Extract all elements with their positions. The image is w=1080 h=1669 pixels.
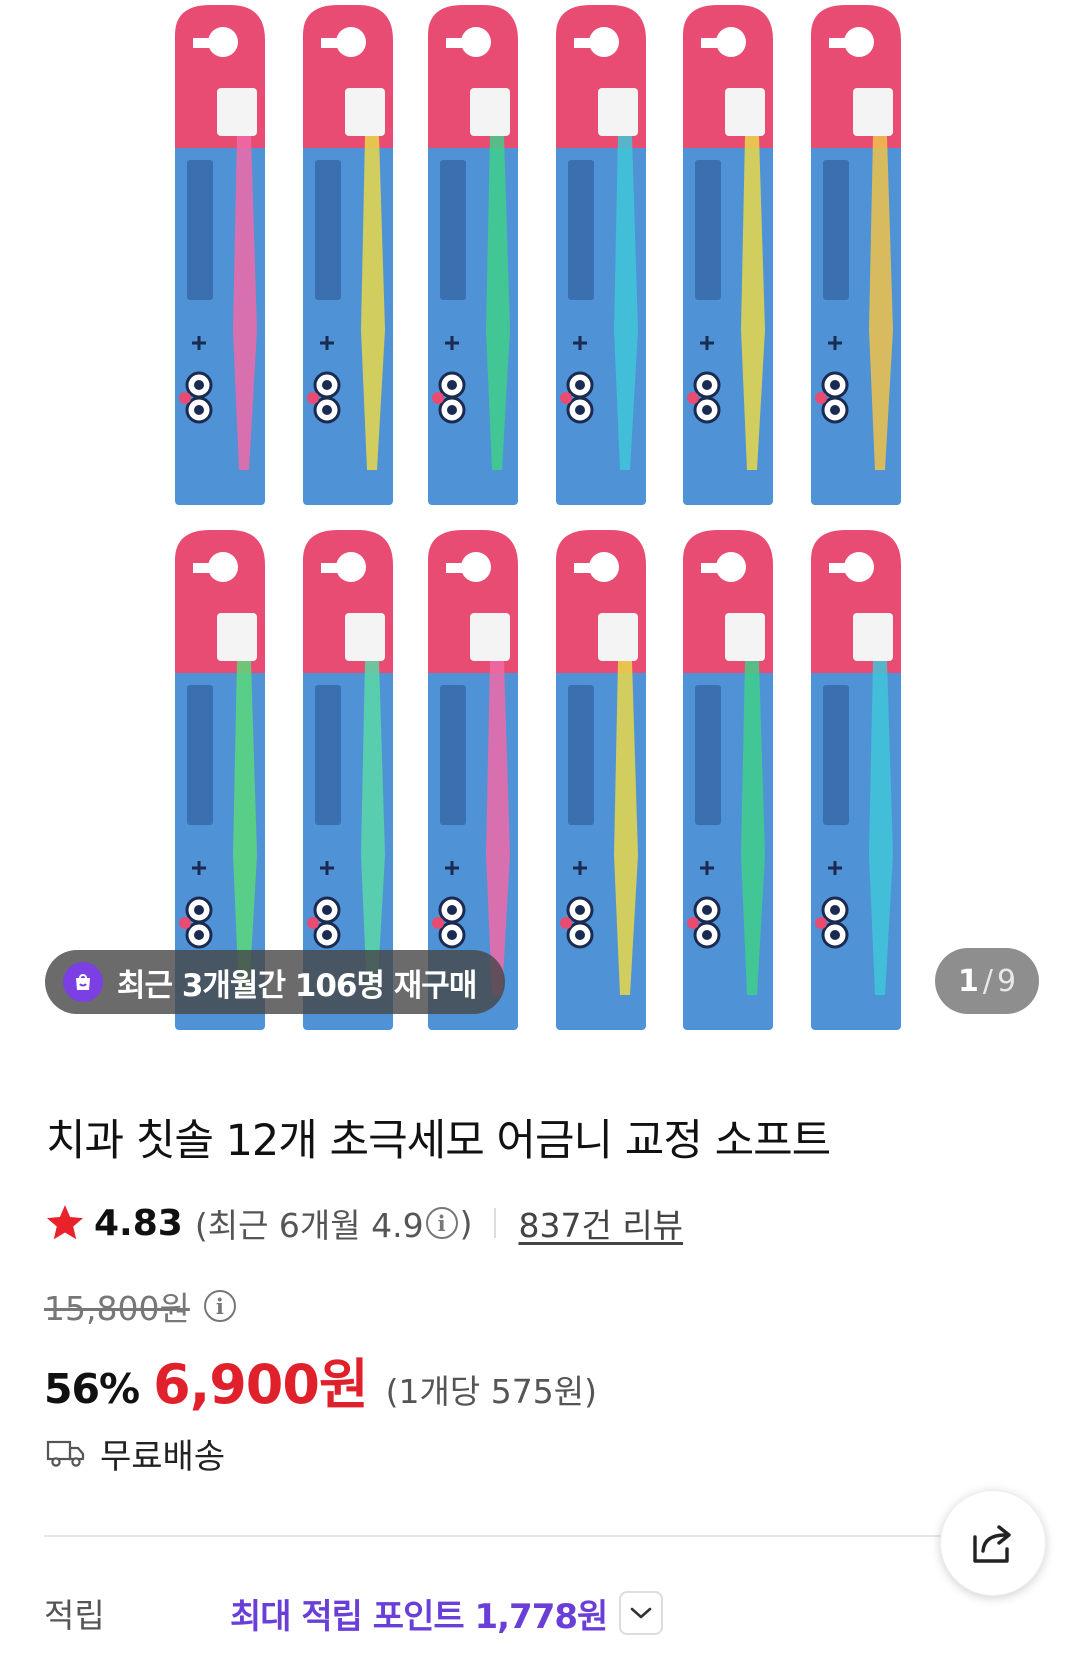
divider [494, 1208, 497, 1238]
toothbrush-package [811, 530, 901, 1030]
toothbrush-package [683, 5, 773, 505]
product-image[interactable] [0, 0, 1080, 1045]
image-pager: 1 / 9 [935, 948, 1039, 1014]
pager-current: 1 [957, 963, 979, 999]
original-price: 15,800원 [44, 1289, 190, 1328]
original-price-row: 15,800원 i [44, 1283, 238, 1329]
toothbrush-package [428, 5, 518, 505]
unit-price: (1개당 575원) [385, 1372, 597, 1411]
points-value[interactable]: 최대 적립 포인트 1,778원 [230, 1589, 608, 1638]
price-info-icon[interactable]: i [203, 1290, 236, 1322]
shipping-row: 무료배송 [46, 1428, 225, 1478]
discount-rate: 56% [44, 1365, 140, 1413]
points-row: 적립 최대 적립 포인트 1,778원 [44, 1585, 664, 1641]
toothbrush-package [556, 530, 646, 1030]
toothbrush-package [175, 5, 265, 505]
rating-score: 4.83 [94, 1202, 183, 1244]
share-icon [973, 1525, 1011, 1563]
chevron-down-icon [630, 1607, 652, 1619]
rating-row: 4.83 (최근 6개월 4.9 i ) 837건 리뷰 [44, 1198, 683, 1248]
rating-recent-text: (최근 6개월 4.9 [194, 1206, 424, 1245]
points-expand-button[interactable] [619, 1591, 664, 1635]
repurchase-badge: 최근 3개월간 106명 재구매 [45, 950, 505, 1014]
toothbrush-package [556, 5, 646, 505]
repurchase-text: 최근 3개월간 106명 재구매 [117, 967, 477, 1004]
star-icon [46, 1205, 84, 1240]
toothbrush-package [683, 530, 773, 1030]
share-button[interactable] [940, 1490, 1046, 1596]
section-divider [44, 1535, 1044, 1537]
truck-icon [46, 1440, 85, 1467]
product-page: 최근 3개월간 106명 재구매 1 / 9 치과 칫솔 12개 초극세모 어금… [0, 0, 1080, 1669]
price-row: 56% 6,900원 (1개당 575원) [44, 1340, 597, 1416]
shopping-bag-icon [63, 962, 103, 1002]
rating-recent-close: ) [459, 1203, 473, 1243]
toothbrush-package [811, 5, 901, 505]
points-label: 적립 [44, 1596, 105, 1635]
pager-total: 9 [996, 963, 1017, 999]
toothbrush-package [303, 5, 393, 505]
info-icon[interactable]: i [425, 1207, 458, 1239]
rating-recent[interactable]: (최근 6개월 4.9 i ) [195, 1199, 473, 1247]
product-title: 치과 칫솔 12개 초극세모 어금니 교정 소프트 [46, 1116, 831, 1166]
review-count-link[interactable]: 837건 리뷰 [518, 1199, 683, 1247]
product-image-gallery[interactable]: 최근 3개월간 106명 재구매 1 / 9 [0, 0, 1080, 1045]
pager-separator: / [982, 963, 993, 999]
sale-price: 6,900원 [153, 1353, 368, 1416]
shipping-text: 무료배송 [100, 1436, 226, 1477]
